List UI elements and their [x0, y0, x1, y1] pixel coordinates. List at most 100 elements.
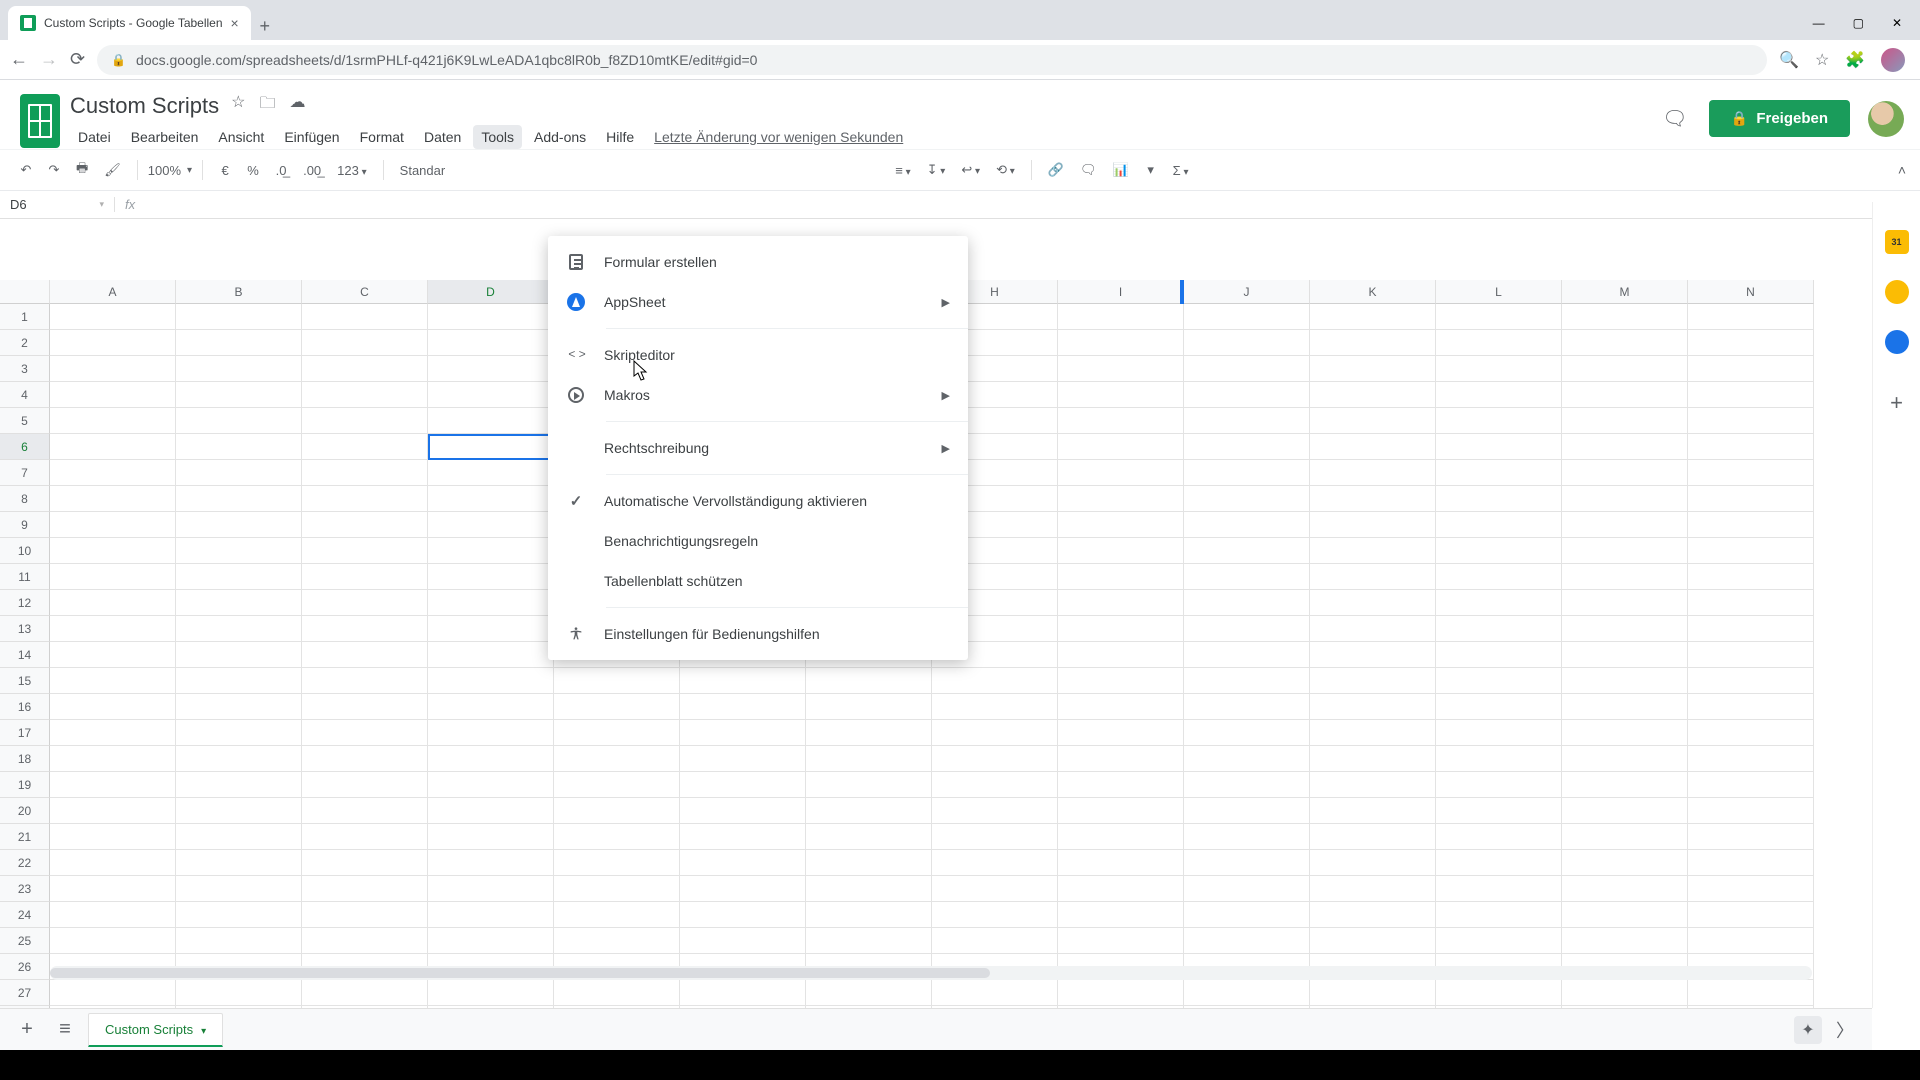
cell[interactable]: [680, 876, 806, 902]
cell[interactable]: [1688, 980, 1814, 1006]
comments-button[interactable]: 🗨: [1659, 103, 1691, 135]
cell[interactable]: [1562, 460, 1688, 486]
cell[interactable]: [428, 980, 554, 1006]
cell[interactable]: [1436, 720, 1562, 746]
cell[interactable]: [302, 330, 428, 356]
cell[interactable]: [1058, 356, 1184, 382]
cell[interactable]: [932, 902, 1058, 928]
cell[interactable]: [50, 746, 176, 772]
cell[interactable]: [1562, 720, 1688, 746]
cell[interactable]: [1184, 980, 1310, 1006]
cell[interactable]: [176, 356, 302, 382]
row-header[interactable]: 21: [0, 824, 50, 850]
cell[interactable]: [428, 824, 554, 850]
doc-title[interactable]: Custom Scripts: [70, 93, 219, 119]
cell[interactable]: [176, 460, 302, 486]
cell[interactable]: [1436, 928, 1562, 954]
cell[interactable]: [1688, 642, 1814, 668]
cell[interactable]: [302, 564, 428, 590]
cell[interactable]: [1562, 330, 1688, 356]
cell[interactable]: [302, 304, 428, 330]
cell[interactable]: [1184, 772, 1310, 798]
menu-item-autocomplete[interactable]: Automatische Vervollständigung aktiviere…: [548, 481, 968, 521]
cell[interactable]: [428, 538, 554, 564]
cell[interactable]: [1310, 928, 1436, 954]
cell[interactable]: [1436, 330, 1562, 356]
cell[interactable]: [176, 746, 302, 772]
zoom-select[interactable]: 100%: [148, 163, 192, 178]
horizontal-scrollbar[interactable]: [50, 966, 1812, 980]
cell[interactable]: [1688, 928, 1814, 954]
cell[interactable]: [1688, 330, 1814, 356]
currency-button[interactable]: €: [213, 159, 237, 182]
cell[interactable]: [932, 824, 1058, 850]
cell[interactable]: [1058, 746, 1184, 772]
cell[interactable]: [1436, 694, 1562, 720]
cell[interactable]: [1310, 330, 1436, 356]
cell[interactable]: [1058, 928, 1184, 954]
rotate-button[interactable]: ⟲: [990, 158, 1021, 182]
cell[interactable]: [1184, 694, 1310, 720]
column-header[interactable]: C: [302, 280, 428, 304]
increase-decimal-button[interactable]: .00̲: [297, 159, 327, 182]
cell[interactable]: [1562, 824, 1688, 850]
cell[interactable]: [1562, 980, 1688, 1006]
column-header[interactable]: D: [428, 280, 554, 304]
cell[interactable]: [176, 408, 302, 434]
cell[interactable]: [1688, 460, 1814, 486]
cell[interactable]: [1058, 772, 1184, 798]
cell[interactable]: [1058, 434, 1184, 460]
cell[interactable]: [1688, 824, 1814, 850]
cell[interactable]: [50, 902, 176, 928]
cell[interactable]: [1436, 850, 1562, 876]
cell[interactable]: [1688, 746, 1814, 772]
cell[interactable]: [1562, 616, 1688, 642]
cell[interactable]: [1562, 902, 1688, 928]
close-tab-icon[interactable]: ×: [231, 15, 239, 31]
cell[interactable]: [176, 668, 302, 694]
cell[interactable]: [1436, 538, 1562, 564]
cell[interactable]: [302, 824, 428, 850]
cell[interactable]: [1058, 850, 1184, 876]
column-header[interactable]: K: [1310, 280, 1436, 304]
row-header[interactable]: 18: [0, 746, 50, 772]
cell[interactable]: [428, 330, 554, 356]
side-panel-toggle[interactable]: 〉: [1830, 1017, 1860, 1043]
cell[interactable]: [176, 590, 302, 616]
cell[interactable]: [302, 460, 428, 486]
menu-edit[interactable]: Bearbeiten: [123, 125, 207, 149]
cell[interactable]: [680, 850, 806, 876]
cell[interactable]: [1058, 512, 1184, 538]
cell[interactable]: [1688, 564, 1814, 590]
cell[interactable]: [1310, 408, 1436, 434]
cell[interactable]: [302, 512, 428, 538]
cell[interactable]: [806, 772, 932, 798]
cell[interactable]: [554, 772, 680, 798]
cell[interactable]: [1058, 382, 1184, 408]
row-header[interactable]: 12: [0, 590, 50, 616]
cell[interactable]: [1436, 772, 1562, 798]
cell[interactable]: [1436, 590, 1562, 616]
cell[interactable]: [1310, 824, 1436, 850]
cell[interactable]: [806, 876, 932, 902]
cell[interactable]: [1310, 304, 1436, 330]
cell[interactable]: [554, 798, 680, 824]
cell[interactable]: [176, 330, 302, 356]
account-avatar[interactable]: [1868, 101, 1904, 137]
cell[interactable]: [1058, 538, 1184, 564]
cell[interactable]: [1058, 304, 1184, 330]
cell[interactable]: [50, 382, 176, 408]
row-header[interactable]: 4: [0, 382, 50, 408]
cell[interactable]: [554, 928, 680, 954]
cell[interactable]: [1184, 330, 1310, 356]
cell[interactable]: [932, 876, 1058, 902]
cell[interactable]: [1562, 486, 1688, 512]
cell[interactable]: [680, 668, 806, 694]
cell[interactable]: [932, 772, 1058, 798]
move-doc-icon[interactable]: 🗀: [260, 92, 276, 119]
cell[interactable]: [1562, 876, 1688, 902]
column-header[interactable]: N: [1688, 280, 1814, 304]
cell[interactable]: [932, 850, 1058, 876]
cell[interactable]: [50, 824, 176, 850]
cell[interactable]: [1184, 486, 1310, 512]
